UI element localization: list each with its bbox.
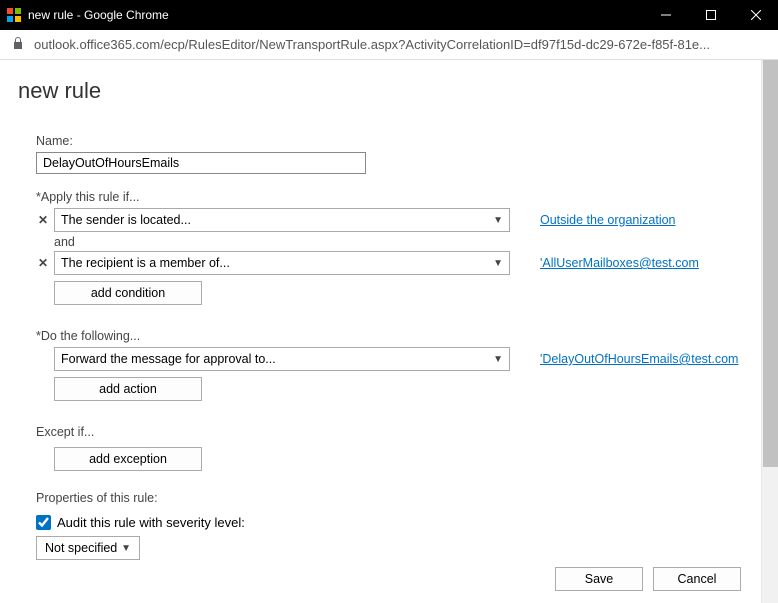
properties-label: Properties of this rule: — [36, 491, 743, 505]
maximize-button[interactable] — [688, 0, 733, 30]
severity-dropdown[interactable]: Not specified ▼ — [36, 536, 140, 560]
window-controls — [643, 0, 778, 30]
close-button[interactable] — [733, 0, 778, 30]
chevron-down-icon: ▼ — [493, 258, 503, 269]
chevron-down-icon: ▼ — [493, 354, 503, 365]
scrollbar[interactable] — [761, 60, 778, 603]
condition-link-outside-org[interactable]: Outside the organization — [540, 213, 676, 227]
audit-checkbox[interactable] — [36, 515, 51, 530]
chevron-down-icon: ▼ — [493, 215, 503, 226]
minimize-button[interactable] — [643, 0, 688, 30]
footer-buttons: Save Cancel — [555, 567, 741, 591]
window-titlebar: new rule - Google Chrome — [0, 0, 778, 30]
name-input[interactable] — [36, 152, 366, 174]
apply-rule-label: *Apply this rule if... — [36, 190, 743, 204]
name-label: Name: — [36, 134, 743, 148]
dropdown-text: The sender is located... — [61, 213, 191, 227]
lock-icon — [12, 36, 24, 53]
window-title: new rule - Google Chrome — [28, 8, 643, 22]
remove-condition-icon[interactable]: ✕ — [36, 256, 50, 270]
cancel-button[interactable]: Cancel — [653, 567, 741, 591]
address-url[interactable]: outlook.office365.com/ecp/RulesEditor/Ne… — [34, 37, 710, 52]
condition-link-mailboxes[interactable]: 'AllUserMailboxes@test.com — [540, 256, 699, 270]
add-condition-button[interactable]: add condition — [54, 281, 202, 305]
condition-dropdown-recipient[interactable]: The recipient is a member of... ▼ — [54, 251, 510, 275]
action-link-forward-target[interactable]: 'DelayOutOfHoursEmails@test.com — [540, 352, 738, 366]
condition-dropdown-sender[interactable]: The sender is located... ▼ — [54, 208, 510, 232]
except-if-label: Except if... — [36, 425, 743, 439]
remove-condition-icon[interactable]: ✕ — [36, 213, 50, 227]
address-bar: outlook.office365.com/ecp/RulesEditor/Ne… — [0, 30, 778, 60]
page-title: new rule — [18, 78, 743, 104]
save-button[interactable]: Save — [555, 567, 643, 591]
dropdown-text: Not specified — [45, 541, 117, 555]
app-icon — [6, 7, 22, 23]
and-label: and — [54, 235, 743, 249]
content-main: new rule Name: *Apply this rule if... ✕ … — [0, 60, 761, 603]
scrollbar-thumb[interactable] — [763, 60, 778, 467]
add-exception-button[interactable]: add exception — [54, 447, 202, 471]
do-following-label: *Do the following... — [36, 329, 743, 343]
chevron-down-icon: ▼ — [121, 543, 131, 554]
audit-label: Audit this rule with severity level: — [57, 515, 245, 530]
action-dropdown-forward[interactable]: Forward the message for approval to... ▼ — [54, 347, 510, 371]
dropdown-text: The recipient is a member of... — [61, 256, 230, 270]
dropdown-text: Forward the message for approval to... — [61, 352, 276, 366]
add-action-button[interactable]: add action — [54, 377, 202, 401]
